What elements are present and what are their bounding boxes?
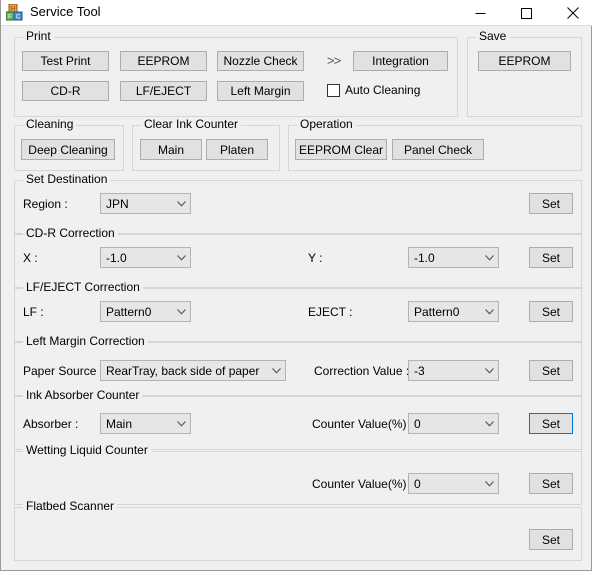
- chevron-down-icon[interactable]: [172, 308, 190, 315]
- chevron-down-icon[interactable]: [172, 200, 190, 207]
- paper-source-combobox[interactable]: RearTray, back side of paper: [100, 360, 286, 381]
- correction-value-combobox-value: -3: [414, 363, 425, 378]
- group-clear-ink-counter-label: Clear Ink Counter: [141, 118, 242, 131]
- chevron-down-icon[interactable]: [172, 420, 190, 427]
- cdr-x-combobox[interactable]: -1.0: [100, 247, 191, 268]
- lf-combobox-value: Pattern0: [106, 304, 152, 319]
- chevron-down-icon[interactable]: [480, 480, 498, 487]
- cdr-y-combobox-value: -1.0: [414, 250, 435, 265]
- region-combobox-value: JPN: [106, 196, 129, 211]
- correction-value-combobox[interactable]: -3: [408, 360, 499, 381]
- cdr-correction-set-button[interactable]: Set: [529, 247, 573, 268]
- group-save: Save: [467, 30, 582, 117]
- region-label: Region :: [23, 197, 68, 211]
- auto-cleaning-checkbox-box[interactable]: [327, 83, 340, 97]
- lf-label: LF :: [23, 305, 44, 319]
- absorber-combobox-value: Main: [106, 416, 133, 431]
- cdr-x-label: X :: [23, 251, 38, 265]
- chevron-down-icon[interactable]: [480, 308, 498, 315]
- eject-combobox-value: Pattern0: [414, 304, 460, 319]
- group-left-margin-correction-label: Left Margin Correction: [23, 335, 148, 348]
- nozzle-check-button[interactable]: Nozzle Check: [217, 51, 304, 71]
- group-cdr-correction-label: CD-R Correction: [23, 227, 118, 240]
- lf-combobox[interactable]: Pattern0: [100, 301, 191, 322]
- chevron-down-icon[interactable]: [480, 254, 498, 261]
- panel-check-button[interactable]: Panel Check: [392, 139, 484, 160]
- group-flatbed-scanner: Flatbed Scanner: [14, 500, 582, 561]
- lfeject-correction-set-button[interactable]: Set: [529, 301, 573, 322]
- test-print-button[interactable]: Test Print: [22, 51, 109, 71]
- eeprom-clear-button[interactable]: EEPROM Clear: [295, 139, 387, 160]
- svg-text:C: C: [16, 15, 21, 21]
- client-area: Print Test Print EEPROM Nozzle Check CD-…: [1, 26, 591, 569]
- wetting-liquid-counter-set-button[interactable]: Set: [529, 473, 573, 494]
- lf-eject-button[interactable]: LF/EJECT: [120, 81, 207, 101]
- close-icon[interactable]: [550, 0, 592, 26]
- wetting-counter-value-label: Counter Value(%) :: [312, 477, 414, 491]
- group-cleaning-label: Cleaning: [23, 118, 77, 131]
- title-bar: H F C Service Tool: [1, 0, 592, 26]
- clear-ink-main-button[interactable]: Main: [140, 139, 202, 160]
- integration-button[interactable]: Integration: [353, 51, 448, 71]
- left-margin-correction-set-button[interactable]: Set: [529, 360, 573, 381]
- absorber-label: Absorber :: [23, 417, 79, 431]
- chevron-down-icon[interactable]: [480, 367, 498, 374]
- group-save-label: Save: [476, 30, 510, 43]
- flatbed-scanner-set-button[interactable]: Set: [529, 529, 573, 550]
- group-lfeject-correction-label: LF/EJECT Correction: [23, 281, 143, 294]
- ink-absorber-counter-value-label: Counter Value(%) :: [312, 417, 414, 431]
- wetting-counter-combobox-value: 0: [414, 476, 421, 491]
- group-wetting-liquid-counter-label: Wetting Liquid Counter: [23, 444, 151, 457]
- group-flatbed-scanner-label: Flatbed Scanner: [23, 500, 118, 513]
- paper-source-label: Paper Source :: [23, 364, 104, 378]
- cdr-y-label: Y :: [308, 251, 323, 265]
- eeprom-print-button[interactable]: EEPROM: [120, 51, 207, 71]
- chevron-right-double-icon: >>: [327, 53, 341, 68]
- chevron-down-icon[interactable]: [172, 254, 190, 261]
- svg-text:F: F: [8, 15, 12, 21]
- group-ink-absorber-counter-label: Ink Absorber Counter: [23, 389, 143, 402]
- chevron-down-icon[interactable]: [267, 367, 285, 374]
- group-operation-label: Operation: [297, 118, 356, 131]
- maximize-icon[interactable]: [504, 0, 549, 26]
- cdr-y-combobox[interactable]: -1.0: [408, 247, 499, 268]
- auto-cleaning-checkbox[interactable]: Auto Cleaning: [327, 83, 420, 97]
- group-set-destination-label: Set Destination: [23, 173, 111, 186]
- wetting-counter-combobox[interactable]: 0: [408, 473, 499, 494]
- paper-source-combobox-value: RearTray, back side of paper: [106, 363, 260, 378]
- cdr-print-button[interactable]: CD-R: [22, 81, 109, 101]
- absorber-combobox[interactable]: Main: [100, 413, 191, 434]
- deep-cleaning-button[interactable]: Deep Cleaning: [21, 139, 115, 160]
- left-margin-button[interactable]: Left Margin: [217, 81, 304, 101]
- ink-absorber-counter-combobox[interactable]: 0: [408, 413, 499, 434]
- window-title: Service Tool: [30, 4, 101, 19]
- group-print-label: Print: [23, 30, 54, 43]
- set-destination-set-button[interactable]: Set: [529, 193, 573, 214]
- region-combobox[interactable]: JPN: [100, 193, 191, 214]
- eject-label: EJECT :: [308, 305, 353, 319]
- clear-ink-platen-button[interactable]: Platen: [206, 139, 268, 160]
- group-print: Print: [14, 30, 458, 117]
- cdr-x-combobox-value: -1.0: [106, 250, 127, 265]
- ink-absorber-counter-combobox-value: 0: [414, 416, 421, 431]
- service-tool-window: H F C Service Tool Print Test Print EEPR…: [0, 0, 592, 571]
- auto-cleaning-label: Auto Cleaning: [345, 83, 421, 97]
- correction-value-label: Correction Value :: [314, 364, 410, 378]
- save-eeprom-button[interactable]: EEPROM: [478, 51, 571, 71]
- eject-combobox[interactable]: Pattern0: [408, 301, 499, 322]
- chevron-down-icon[interactable]: [480, 420, 498, 427]
- minimize-icon[interactable]: [458, 0, 503, 26]
- ink-absorber-counter-set-button[interactable]: Set: [529, 413, 573, 434]
- app-blocks-icon: H F C: [5, 3, 23, 21]
